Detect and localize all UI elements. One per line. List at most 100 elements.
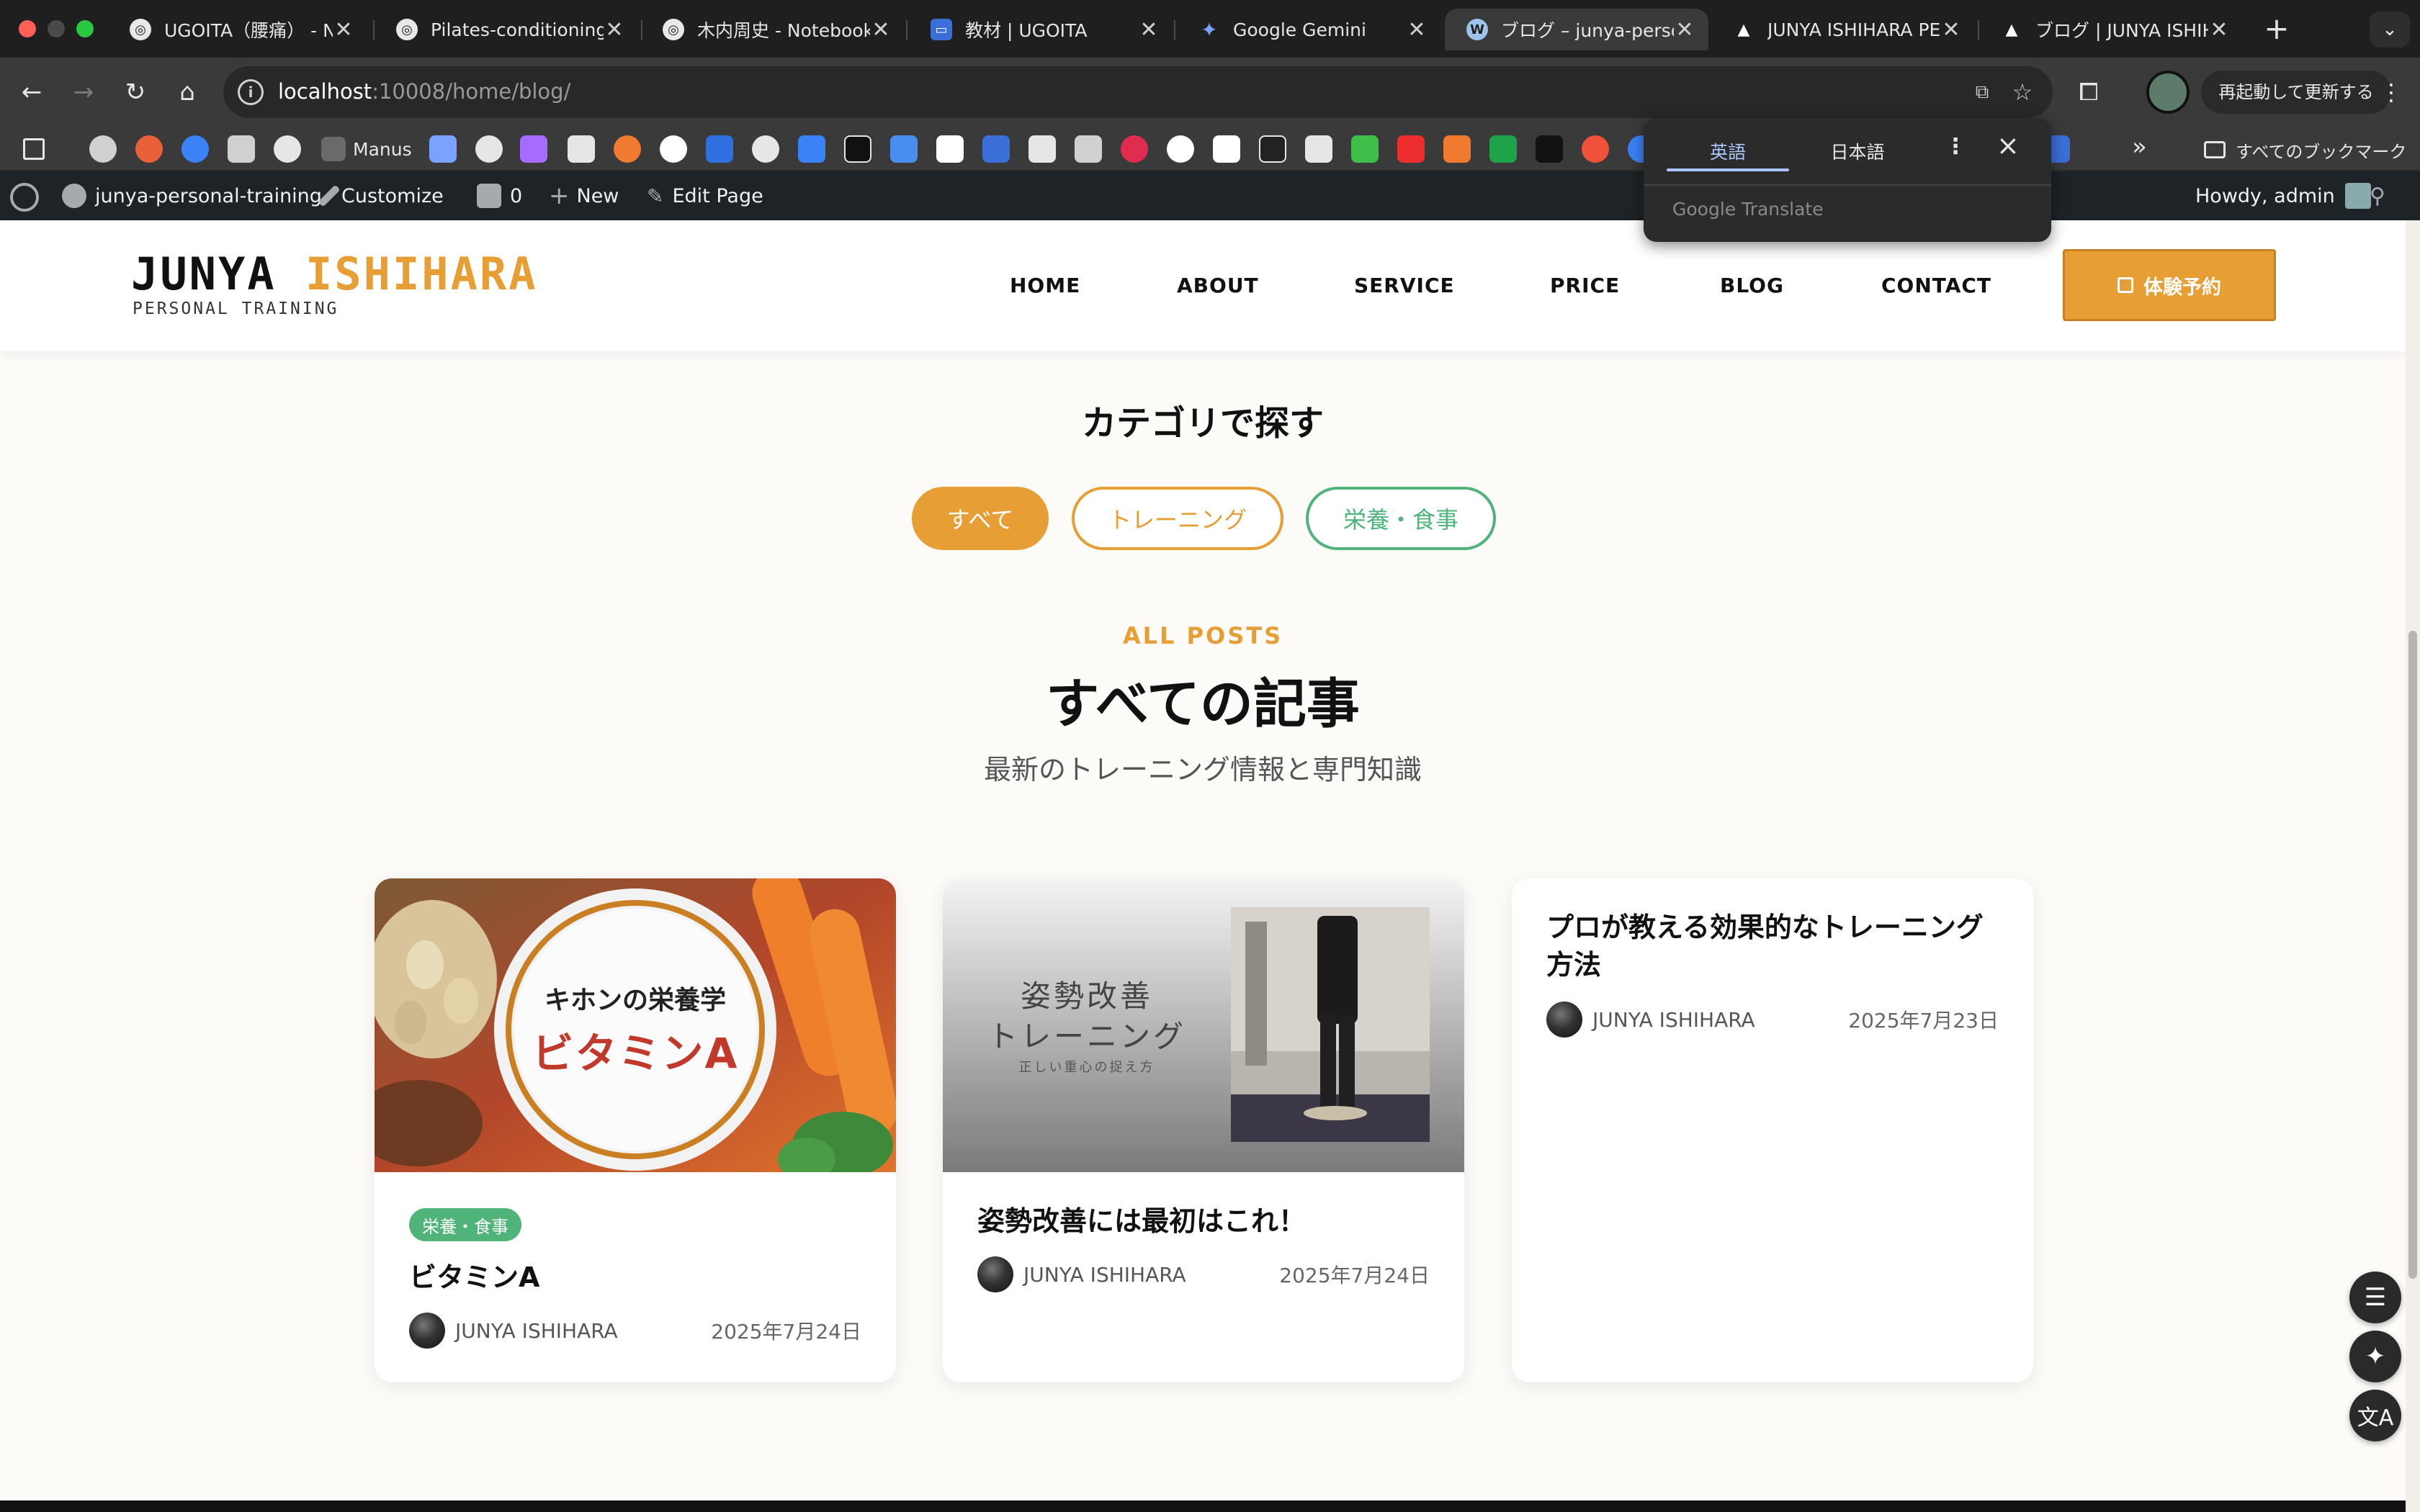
bookmark-icon[interactable]: [475, 135, 503, 163]
bookmark-icon[interactable]: [1075, 135, 1102, 163]
translate-tab-english[interactable]: 英語: [1667, 138, 1789, 164]
bookmark-icon[interactable]: [982, 135, 1010, 163]
translate-icon[interactable]: 文A: [2349, 1390, 2401, 1441]
wp-comments[interactable]: 0: [477, 171, 522, 220]
nav-service[interactable]: SERVICE: [1354, 274, 1455, 297]
wp-edit-page[interactable]: ✎ Edit Page: [647, 171, 763, 220]
browser-tab[interactable]: ▲ ブログ | JUNYA ISHIH ✕: [1979, 9, 2243, 50]
bookmark-icon[interactable]: [1028, 135, 1056, 163]
forward-arrow-icon[interactable]: →: [66, 75, 101, 109]
reload-icon[interactable]: ↻: [118, 75, 153, 109]
bookmark-icon[interactable]: [844, 135, 871, 163]
tab-close-icon[interactable]: ✕: [870, 17, 892, 42]
tab-close-icon[interactable]: ✕: [1406, 17, 1428, 42]
post-thumbnail[interactable]: キホンの栄養学 ビタミンA: [375, 878, 896, 1172]
bookmarks-overflow-button[interactable]: »: [2132, 132, 2147, 161]
address-bar[interactable]: i localhost:10008/home/blog/ ⧉ ☆: [223, 66, 2053, 118]
post-title[interactable]: 姿勢改善には最初はこれ！: [977, 1202, 1430, 1240]
post-thumbnail[interactable]: 姿勢改善 トレーニング 正しい重心の捉え方: [943, 878, 1464, 1172]
post-category-badge[interactable]: 栄養・食事: [409, 1208, 521, 1241]
bookmark-icon[interactable]: [1305, 135, 1332, 163]
page-scrollbar[interactable]: [2406, 220, 2420, 1512]
tab-search-button[interactable]: ⌄: [2370, 12, 2410, 48]
tab-close-icon[interactable]: ✕: [333, 17, 354, 42]
browser-tab[interactable]: ✦ Google Gemini ✕: [1177, 9, 1440, 50]
post-card[interactable]: キホンの栄養学 ビタミンA 栄養・食事 ビタミンA JUNYA ISHIHARA…: [375, 878, 896, 1382]
post-card[interactable]: 姿勢改善 トレーニング 正しい重心の捉え方 姿勢改善には最初はこれ！ JUNYA…: [943, 878, 1464, 1382]
bookmark-icon[interactable]: [429, 135, 457, 163]
all-bookmarks-folder[interactable]: すべてのブックマーク: [2204, 137, 2406, 163]
bookmark-icon[interactable]: [1121, 135, 1148, 163]
bookmark-icon[interactable]: [752, 135, 779, 163]
tab-close-icon[interactable]: ✕: [1940, 17, 1962, 42]
post-title[interactable]: プロが教える効果的なトレーニング方法: [1546, 909, 1999, 984]
post-title[interactable]: ビタミンA: [409, 1259, 861, 1296]
extensions-puzzle-icon[interactable]: ⧠: [2071, 75, 2106, 109]
apps-grid-icon[interactable]: [23, 138, 45, 160]
window-zoom-button[interactable]: [76, 20, 94, 37]
browser-tab[interactable]: ▲ JUNYA ISHIHARA PE ✕: [1711, 9, 1975, 50]
tab-close-icon[interactable]: ✕: [2208, 17, 2230, 42]
browser-tab[interactable]: ◎ 木内周史 - Notebook ✕: [641, 9, 905, 50]
wp-howdy[interactable]: Howdy, admin: [2195, 171, 2371, 220]
tab-close-icon[interactable]: ✕: [1674, 17, 1695, 42]
scrollbar-thumb[interactable]: [2408, 631, 2417, 1279]
translate-tab-japanese[interactable]: 日本語: [1796, 138, 1919, 164]
nav-blog[interactable]: BLOG: [1720, 274, 1784, 297]
site-logo[interactable]: JUNYA ISHIHARA: [131, 248, 538, 300]
nav-price[interactable]: PRICE: [1550, 274, 1620, 297]
wp-new[interactable]: + New: [549, 171, 619, 220]
translate-page-icon[interactable]: ⧉: [1966, 76, 1998, 108]
bookmark-manus[interactable]: Manus: [321, 135, 412, 163]
bookmark-icon[interactable]: [1259, 135, 1286, 163]
reading-list-icon[interactable]: ☰: [2349, 1272, 2401, 1323]
browser-tab-active[interactable]: W ブログ – junya-perso ✕: [1445, 9, 1708, 50]
profile-avatar[interactable]: [2146, 71, 2190, 114]
bookmark-icon[interactable]: [706, 135, 733, 163]
bookmark-icon[interactable]: [890, 135, 918, 163]
browser-tab[interactable]: ◎ UGOITA（腰痛） - N ✕: [108, 9, 367, 50]
translate-close-icon[interactable]: ×: [1996, 130, 2020, 161]
bookmark-icon[interactable]: [182, 135, 209, 163]
post-card[interactable]: プロが教える効果的なトレーニング方法 JUNYA ISHIHARA 2025年7…: [1512, 878, 2033, 1382]
browser-menu-kebab-icon[interactable]: ⋮: [2377, 75, 2406, 109]
wp-search-icon[interactable]: ⚲: [2370, 171, 2385, 220]
bookmark-icon[interactable]: [798, 135, 825, 163]
home-icon[interactable]: ⌂: [170, 75, 205, 109]
site-info-icon[interactable]: i: [238, 79, 264, 105]
bookmark-icon[interactable]: [1397, 135, 1425, 163]
wp-customize[interactable]: Customize: [318, 171, 444, 220]
trial-booking-button[interactable]: 体験予約: [2063, 249, 2276, 321]
bookmark-icon[interactable]: [89, 135, 117, 163]
nav-about[interactable]: ABOUT: [1177, 274, 1259, 297]
bookmark-icon[interactable]: [936, 135, 964, 163]
window-minimize-button[interactable]: [48, 20, 65, 37]
wp-site-name[interactable]: junya-personal-training: [62, 171, 322, 220]
bookmark-icon[interactable]: [614, 135, 641, 163]
browser-tab[interactable]: ▭ 教材 | UGOITA ✕: [909, 9, 1173, 50]
category-filter-training[interactable]: トレーニング: [1072, 487, 1283, 550]
window-close-button[interactable]: [19, 20, 36, 37]
bookmark-icon[interactable]: [520, 135, 547, 163]
category-filter-all[interactable]: すべて: [912, 487, 1049, 550]
category-filter-nutrition[interactable]: 栄養・食事: [1306, 487, 1496, 550]
bookmark-icon[interactable]: [568, 135, 595, 163]
bookmark-icon[interactable]: [1536, 135, 1563, 163]
back-arrow-icon[interactable]: ←: [14, 75, 49, 109]
bookmark-icon[interactable]: [1582, 135, 1609, 163]
bookmark-icon[interactable]: [274, 135, 301, 163]
ai-sparkle-icon[interactable]: ✦: [2349, 1331, 2401, 1382]
bookmark-icon[interactable]: [1167, 135, 1194, 163]
bookmark-icon[interactable]: [1351, 135, 1379, 163]
bookmark-icon[interactable]: [1489, 135, 1517, 163]
nav-home[interactable]: HOME: [1010, 274, 1080, 297]
bookmark-icon[interactable]: [1213, 135, 1240, 163]
wordpress-logo-icon[interactable]: [10, 183, 39, 212]
new-tab-button[interactable]: +: [2259, 12, 2295, 48]
bookmark-icon[interactable]: [1443, 135, 1471, 163]
browser-tab[interactable]: ◎ Pilates-conditioning ✕: [375, 9, 638, 50]
bookmark-icon[interactable]: [660, 135, 687, 163]
translate-options-kebab-icon[interactable]: ⋮: [1945, 134, 1966, 159]
bookmark-icon[interactable]: [135, 135, 163, 163]
tab-close-icon[interactable]: ✕: [1138, 17, 1160, 42]
